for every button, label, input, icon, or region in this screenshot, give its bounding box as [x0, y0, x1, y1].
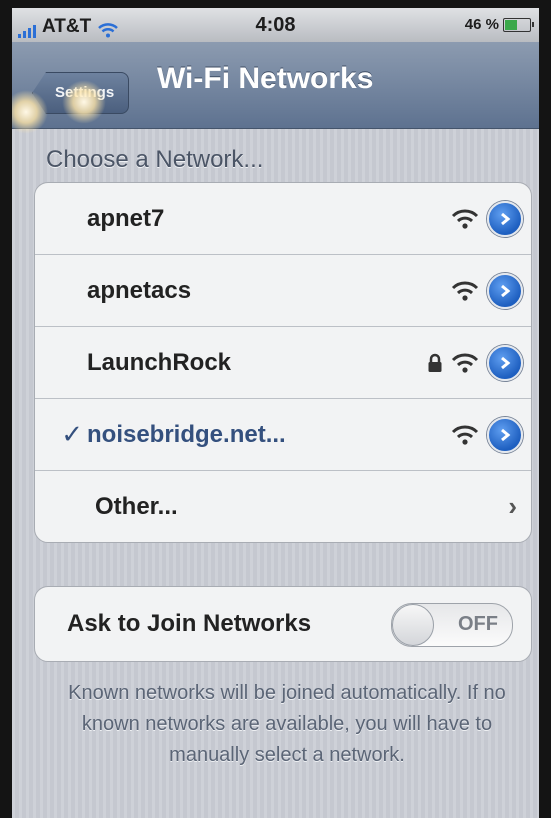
network-row-other[interactable]: Other... › [35, 471, 531, 542]
network-name: apnet7 [87, 204, 165, 232]
battery-group: 46 % [464, 16, 534, 33]
section-header: Choose a Network... [46, 146, 264, 173]
battery-percent: 46 % [464, 16, 499, 33]
toggle-state: OFF [458, 613, 498, 635]
detail-disclosure-icon[interactable] [487, 272, 523, 309]
page-title: Wi-Fi Networks [157, 62, 374, 95]
battery-icon [503, 17, 534, 32]
detail-disclosure-icon[interactable] [487, 416, 523, 453]
status-time: 4:08 [255, 14, 296, 36]
status-bar: AT&T 4:08 46 % [12, 8, 539, 42]
ask-to-join-toggle[interactable]: OFF [391, 603, 513, 647]
phone-screen: AT&T 4:08 46 % Settings Wi-Fi Networks C… [12, 8, 539, 818]
detail-disclosure-icon[interactable] [487, 200, 523, 237]
network-row-apnet7[interactable]: apnet7 [35, 183, 531, 255]
ask-to-join-row: Ask to Join Networks OFF [35, 587, 531, 661]
chevron-right-icon: › [508, 491, 517, 521]
wifi-signal-icon [451, 425, 479, 445]
network-list: apnet7 apnetacs LaunchRock ✓ noisebridge… [34, 182, 532, 543]
toggle-knob [392, 604, 434, 646]
selected-checkmark: ✓ [61, 419, 83, 449]
ask-to-join-group: Ask to Join Networks OFF [34, 586, 532, 662]
network-name: noisebridge.net... [87, 420, 286, 448]
ask-to-join-label: Ask to Join Networks [67, 610, 312, 637]
lock-icon [428, 353, 442, 372]
network-row-apnetacs[interactable]: apnetacs [35, 255, 531, 327]
wifi-signal-icon [451, 209, 479, 229]
wifi-signal-icon [451, 281, 479, 301]
detail-disclosure-icon[interactable] [487, 344, 523, 381]
network-row-noisebridge[interactable]: ✓ noisebridge.net... [35, 399, 531, 471]
wifi-signal-icon [451, 353, 479, 373]
network-row-launchrock[interactable]: LaunchRock [35, 327, 531, 399]
other-label: Other... [95, 492, 178, 520]
network-name: apnetacs [87, 276, 192, 304]
light-glare [62, 80, 106, 124]
network-name: LaunchRock [87, 348, 232, 376]
footer-help-text: Known networks will be joined automatica… [68, 682, 506, 766]
